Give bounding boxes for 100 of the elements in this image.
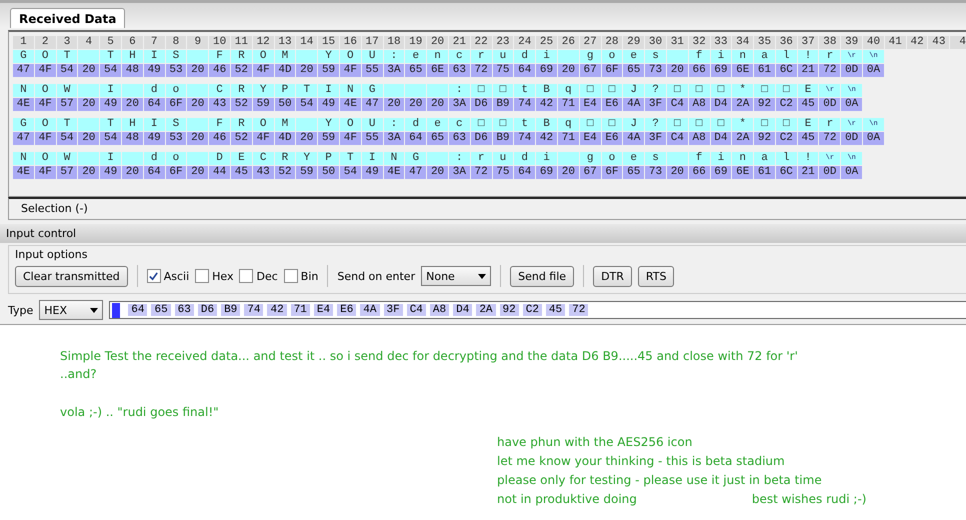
hex-cell: 57 (56, 166, 78, 179)
button[interactable]: RTS (638, 266, 674, 286)
hex-cell: 59 (318, 64, 339, 77)
ascii-cell: o (602, 152, 622, 165)
hex-token: 4A (360, 304, 380, 316)
input-field[interactable]: 64 65 63 D6 B9 74 42 71 E4 E6 4A 3F C4 A8 D4 2A 92 C2 45 72 (109, 301, 966, 319)
ascii-cell: c (448, 118, 470, 131)
ascii-cell: □ (688, 84, 710, 97)
column-number: 34 (732, 36, 754, 49)
hex-cell: 20 (78, 64, 100, 77)
button[interactable]: Send file (510, 266, 574, 286)
ascii-cell: U (362, 118, 383, 131)
hex-cell: 20 (666, 166, 688, 179)
hex-cell: 54 (296, 98, 318, 111)
hex-cell: 4E (13, 98, 34, 111)
column-number: 28 (602, 36, 622, 49)
hex-token: 3F (384, 304, 403, 316)
hex-cell: 65 (623, 166, 644, 179)
hex-cell: 20 (558, 64, 579, 77)
checkbox-label: Dec (256, 270, 278, 282)
ascii-cell: T (296, 84, 318, 97)
hex-cell: E6 (602, 132, 622, 145)
hex-cell: 3A (448, 98, 470, 111)
ascii-cell: f (688, 50, 710, 63)
ascii-cell: T (100, 118, 121, 131)
hex-cell: 6E (732, 64, 754, 77)
ascii-cell: G (405, 152, 426, 165)
column-number: 11 (230, 36, 252, 49)
hex-cell: 61 (754, 166, 775, 179)
checkbox[interactable] (239, 269, 254, 283)
group-label: Input options (15, 248, 88, 261)
ascii-cell: □ (776, 118, 797, 131)
button[interactable]: DTR (593, 266, 632, 286)
column-number: 36 (776, 36, 797, 49)
hex-cell: 64 (144, 98, 165, 111)
column-number: 9 (187, 36, 208, 49)
hex-cell: 3A (448, 166, 470, 179)
hex-cell: 43 (209, 98, 230, 111)
checkbox[interactable] (146, 269, 161, 283)
hex-token: E6 (337, 304, 356, 316)
hex-cell: 72 (819, 64, 840, 77)
ascii-cell: n (732, 152, 754, 165)
ascii-cell: ? (645, 84, 666, 97)
hex-cell: 49 (362, 166, 383, 179)
dropdown[interactable]: None (421, 266, 492, 286)
ascii-cell: □ (492, 118, 514, 131)
hex-cell: 20 (384, 98, 404, 111)
checkbox[interactable] (284, 269, 298, 283)
ascii-cell (427, 84, 448, 97)
checkbox-label: Bin (300, 270, 318, 282)
hex-cell: 20 (187, 64, 208, 77)
dropdown[interactable]: HEX (39, 300, 104, 320)
hex-cell: 54 (100, 132, 121, 145)
hex-cell: 4F (34, 132, 56, 145)
hex-cell: 47 (362, 98, 383, 111)
hex-token: 71 (290, 304, 310, 316)
hex-cell: 4F (34, 64, 56, 77)
hex-cell: 75 (492, 166, 514, 179)
column-number: 5 (100, 36, 121, 49)
ascii-cell: : (448, 84, 470, 97)
hex-cell: 20 (405, 98, 426, 111)
hex-cell: 53 (166, 132, 186, 145)
ascii-cell: □ (710, 84, 732, 97)
checkbox[interactable] (195, 269, 210, 283)
ascii-cell (558, 152, 579, 165)
hex-cell: 55 (362, 64, 383, 77)
hex-cell: 42 (536, 132, 557, 145)
hex-cell: 65 (405, 64, 426, 77)
ascii-cell: r (819, 118, 840, 131)
tab[interactable]: Received Data (10, 8, 126, 28)
ascii-cell: ? (645, 118, 666, 131)
hex-cell: 20 (78, 98, 100, 111)
column-number: 10 (209, 36, 230, 49)
ascii-cell: G (362, 84, 383, 97)
note-line: let me know your thinking - this is beta stadium (497, 453, 786, 470)
hex-cell: 0D (819, 98, 840, 111)
hex-cell: 4D (274, 64, 296, 77)
ascii-cell: □ (492, 84, 514, 97)
hex-token: C4 (406, 304, 426, 316)
column-number: 7 (144, 36, 165, 49)
dropdown-label: Send on enter (337, 270, 416, 282)
ascii-cell: e (405, 50, 426, 63)
ascii-cell: o (166, 152, 186, 165)
column-number: 27 (580, 36, 601, 49)
ascii-cell: n (732, 50, 754, 63)
column-number: 14 (296, 36, 318, 49)
button[interactable]: Clear transmitted (15, 266, 128, 286)
ascii-cell: □ (754, 84, 775, 97)
hex-cell: 49 (144, 64, 165, 77)
column-number: 41 (884, 36, 906, 49)
hex-cell: 45 (798, 132, 818, 145)
hex-cell: 64 (514, 166, 536, 179)
hex-cell: D6 (470, 98, 492, 111)
ascii-cell: □ (776, 84, 797, 97)
ascii-cell: E (798, 118, 818, 131)
ascii-cell: □ (602, 84, 622, 97)
ascii-cell: R (274, 152, 296, 165)
ascii-cell: g (580, 50, 601, 63)
hex-cell: 20 (78, 132, 100, 145)
hex-cell: 75 (492, 64, 514, 77)
